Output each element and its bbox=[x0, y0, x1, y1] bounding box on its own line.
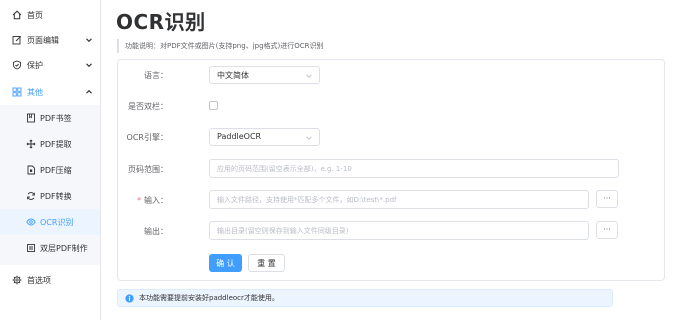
language-label: 语言： bbox=[144, 71, 168, 80]
input-label-text: 输入： bbox=[144, 196, 168, 205]
sidebar: 首页 页面编辑 保护 其他 PDF书签 PDF提取 PDF压缩 PDF转换 OC… bbox=[0, 0, 101, 320]
sidebar-item-protect[interactable]: 保护 bbox=[0, 50, 100, 80]
info-alert: 本功能需要提前安装好paddleocr才能使用。 bbox=[117, 289, 613, 307]
sidebar-item-label: 首选项 bbox=[27, 275, 51, 285]
chevron-down-icon bbox=[85, 61, 93, 69]
chevron-down-icon bbox=[85, 36, 93, 44]
sidebar-item-pdf-bookmark[interactable]: PDF书签 bbox=[0, 105, 100, 131]
reset-button[interactable]: 重 置 bbox=[248, 254, 285, 272]
page-range-input[interactable] bbox=[209, 159, 619, 178]
layers-icon bbox=[26, 243, 36, 253]
sidebar-item-pdf-extract[interactable]: PDF提取 bbox=[0, 131, 100, 157]
language-select[interactable]: 中文简体 bbox=[209, 66, 320, 84]
edit-icon bbox=[12, 35, 22, 45]
sidebar-item-label: 双层PDF制作 bbox=[40, 243, 88, 253]
page-title: OCR识别 bbox=[116, 10, 206, 34]
gear-icon bbox=[12, 275, 22, 285]
sidebar-item-label: 页面编辑 bbox=[27, 35, 59, 45]
home-icon bbox=[12, 10, 22, 20]
sidebar-item-label: OCR识别 bbox=[40, 217, 74, 227]
function-description: 功能说明：对PDF文件或图片(支持png、jpg格式)进行OCR识别 bbox=[117, 39, 324, 53]
sidebar-item-double-layer-pdf[interactable]: 双层PDF制作 bbox=[0, 235, 100, 261]
sidebar-item-label: 保护 bbox=[27, 60, 43, 70]
sidebar-item-label: PDF书签 bbox=[40, 113, 72, 123]
file-zip-icon bbox=[26, 165, 36, 175]
chevron-up-icon bbox=[85, 88, 93, 96]
confirm-button[interactable]: 确 认 bbox=[209, 254, 242, 272]
ocr-engine-select[interactable]: PaddleOCR bbox=[209, 128, 320, 146]
sidebar-item-label: PDF提取 bbox=[40, 139, 72, 149]
shield-icon bbox=[12, 60, 22, 70]
input-browse-button[interactable]: ··· bbox=[596, 190, 618, 208]
info-icon bbox=[125, 294, 134, 303]
output-label: 输出： bbox=[144, 227, 168, 236]
sidebar-item-label: PDF压缩 bbox=[40, 165, 72, 175]
sidebar-item-pdf-compress[interactable]: PDF压缩 bbox=[0, 157, 100, 183]
chevron-down-icon bbox=[306, 74, 312, 79]
sidebar-item-label: PDF转换 bbox=[40, 191, 72, 201]
submenu-other: PDF书签 PDF提取 PDF压缩 PDF转换 OCR识别 双层PDF制作 bbox=[0, 105, 100, 265]
input-path-field[interactable] bbox=[209, 190, 589, 209]
move-icon bbox=[26, 139, 36, 149]
double-column-label: 是否双栏： bbox=[128, 102, 168, 111]
sidebar-item-other[interactable]: 其他 bbox=[0, 77, 100, 107]
ocr-engine-select-value: PaddleOCR bbox=[217, 132, 262, 141]
page-range-label: 页码范围： bbox=[128, 165, 168, 174]
double-column-checkbox[interactable] bbox=[209, 101, 218, 110]
sidebar-item-label: 其他 bbox=[27, 87, 43, 97]
output-browse-button[interactable]: ··· bbox=[596, 221, 618, 239]
output-dir-field[interactable] bbox=[209, 221, 589, 240]
alert-text: 本功能需要提前安装好paddleocr才能使用。 bbox=[139, 294, 279, 302]
sidebar-item-label: 首页 bbox=[27, 10, 43, 20]
language-select-value: 中文简体 bbox=[217, 71, 249, 80]
chevron-down-icon bbox=[306, 136, 312, 141]
eye-icon bbox=[26, 217, 36, 227]
sidebar-item-preferences[interactable]: 首选项 bbox=[0, 265, 100, 295]
grid-icon bbox=[12, 87, 22, 97]
bookmark-icon bbox=[26, 113, 36, 123]
sidebar-item-ocr[interactable]: OCR识别 bbox=[0, 209, 100, 235]
required-mark: * bbox=[137, 196, 141, 205]
ocr-engine-label: OCR引擎： bbox=[126, 133, 168, 142]
sidebar-item-pdf-convert[interactable]: PDF转换 bbox=[0, 183, 100, 209]
refresh-icon bbox=[26, 191, 36, 201]
input-label: * 输入： bbox=[98, 195, 168, 206]
